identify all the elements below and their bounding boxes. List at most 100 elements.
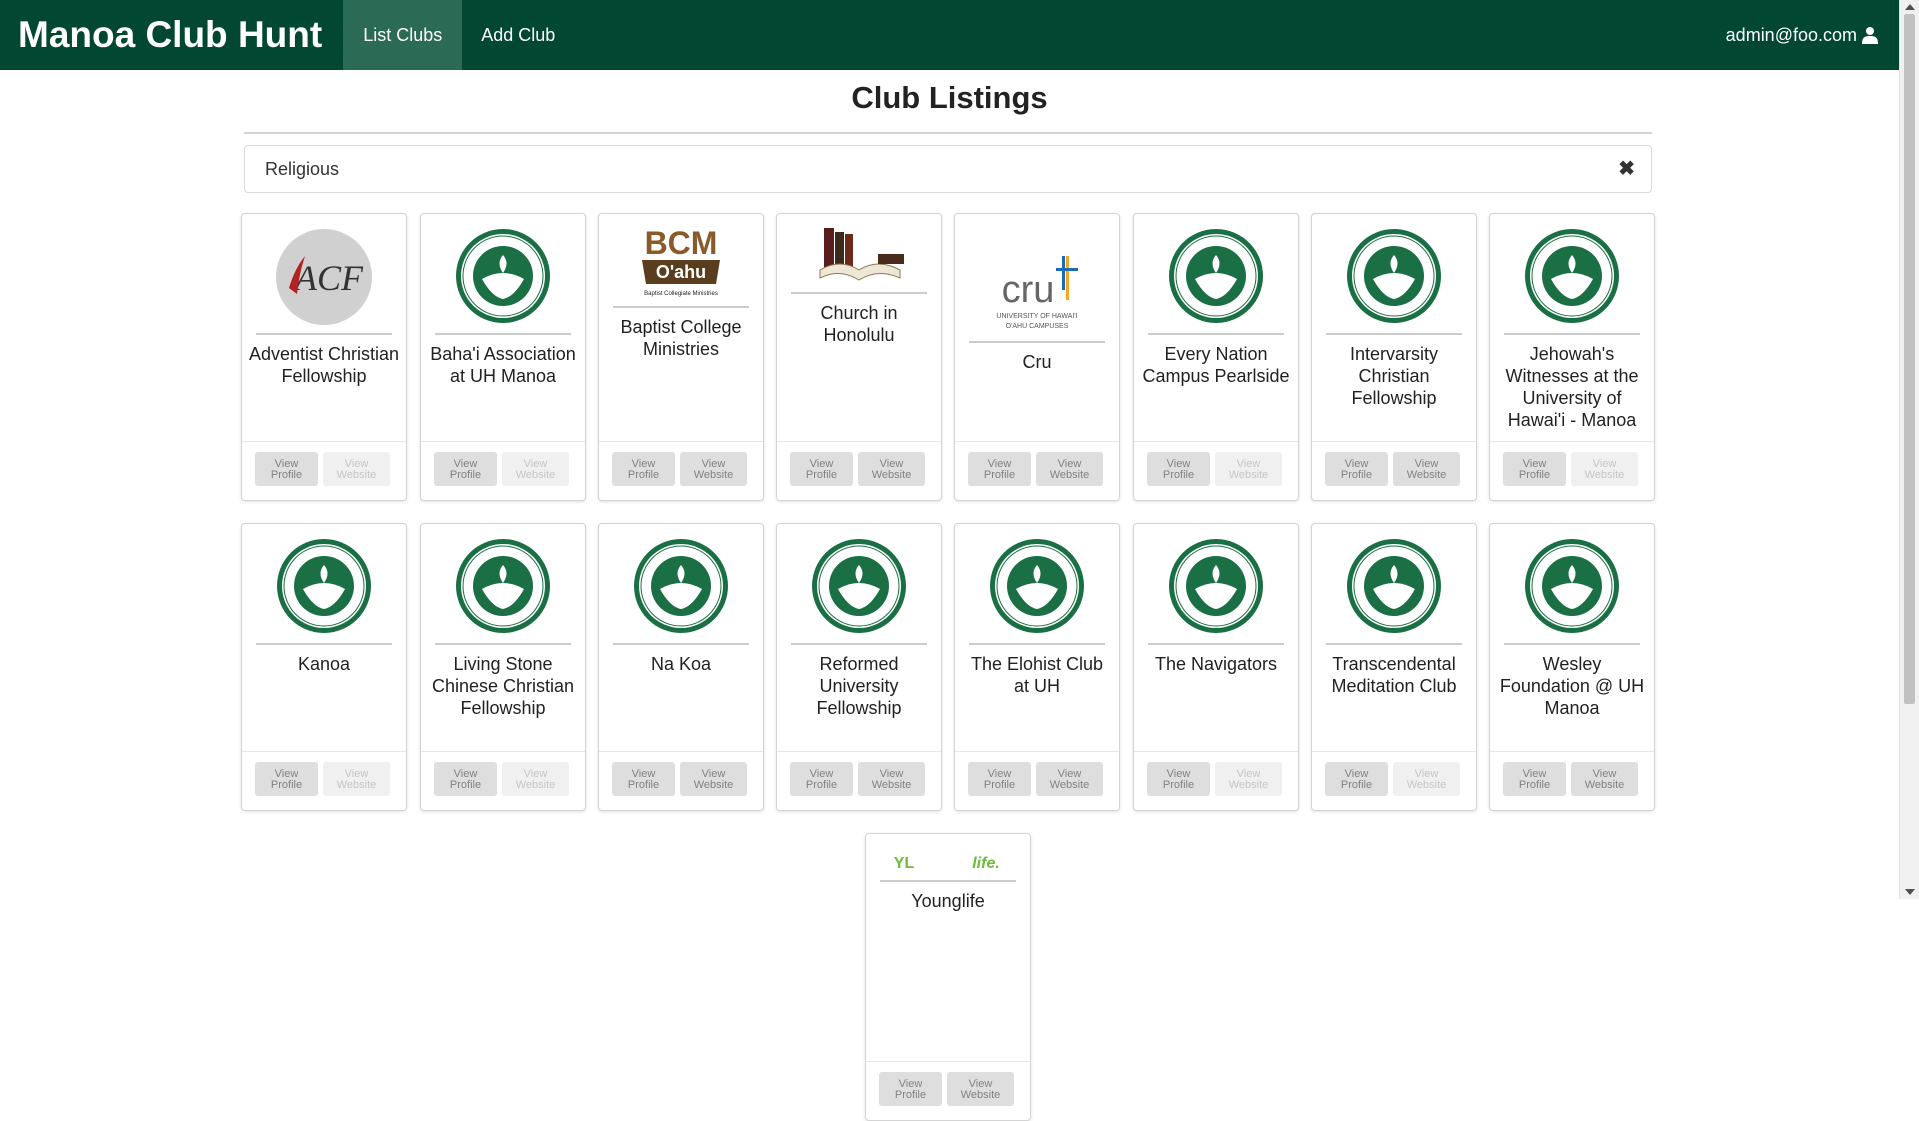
view-website-button[interactable]: View Website <box>680 452 747 486</box>
view-website-button[interactable]: View Website <box>1036 762 1103 796</box>
club-name: Every Nation Campus Pearlside <box>1142 344 1290 386</box>
card-divider <box>256 333 392 335</box>
card-actions: View Profile View Website <box>599 441 763 500</box>
view-profile-label: View Profile <box>449 767 482 791</box>
view-website-label: View Website <box>1406 767 1447 791</box>
club-logo <box>777 224 941 286</box>
search-filter[interactable]: ✖ <box>244 145 1652 193</box>
view-profile-label: View Profile <box>449 457 482 481</box>
view-website-label: View Website <box>871 767 912 791</box>
card-actions: View Profile View Website <box>421 751 585 810</box>
brand-title[interactable]: Manoa Club Hunt <box>0 0 343 70</box>
nav-add-club[interactable]: Add Club <box>462 0 574 70</box>
view-website-label: View Website <box>1228 457 1269 481</box>
club-name: Na Koa <box>650 654 712 674</box>
view-profile-label: View Profile <box>1340 767 1373 791</box>
card-actions: View Profile View Website <box>955 751 1119 810</box>
card-divider <box>1504 333 1640 335</box>
scroll-thumb[interactable] <box>1904 14 1915 704</box>
card-divider <box>435 333 571 335</box>
card-divider <box>969 643 1105 645</box>
view-website-button[interactable]: View Website <box>1393 452 1460 486</box>
club-name: Church in Honolulu <box>820 303 898 345</box>
view-website-button[interactable]: View Website <box>1571 762 1638 796</box>
user-menu[interactable]: admin@foo.com <box>1726 0 1879 70</box>
card-divider <box>791 643 927 645</box>
view-profile-label: View Profile <box>270 767 303 791</box>
scroll-down-arrow-icon[interactable] <box>1905 889 1915 895</box>
view-profile-label: View Profile <box>1518 767 1551 791</box>
view-website-button: View Website <box>502 762 569 796</box>
club-name: Jehowah's Witnesses at the University of… <box>1505 344 1639 430</box>
view-profile-button[interactable]: View Profile <box>1325 762 1388 796</box>
card-actions: View Profile View Website <box>1134 751 1298 810</box>
view-profile-label: View Profile <box>805 457 838 481</box>
card-divider <box>1148 643 1284 645</box>
scroll-up-arrow-icon[interactable] <box>1905 4 1915 10</box>
club-card: Baha'i Association at UH Manoa View Profi… <box>420 213 586 501</box>
view-profile-button[interactable]: View Profile <box>434 762 497 796</box>
club-card: Transcendental Meditation Club View Profi… <box>1311 523 1477 811</box>
page-title: Club Listings <box>851 80 1048 115</box>
view-profile-button[interactable]: View Profile <box>968 762 1031 796</box>
view-website-label: View Website <box>515 767 556 791</box>
uh-seal-icon <box>1347 539 1441 633</box>
view-profile-button[interactable]: View Profile <box>879 1072 942 1106</box>
cru-logo-icon: cru UNIVERSITY OF HAWAI'I O'AHU CAMPUSES <box>996 256 1078 330</box>
view-profile-button[interactable]: View Profile <box>1503 452 1566 486</box>
club-card: Intervarsity Christian Fellowship View Pr… <box>1311 213 1477 501</box>
club-card: Every Nation Campus Pearlside View Profil… <box>1133 213 1299 501</box>
view-website-label: View Website <box>693 457 734 481</box>
view-profile-button[interactable]: View Profile <box>790 762 853 796</box>
page-scrollbar[interactable] <box>1899 0 1919 899</box>
club-card: Living Stone Chinese Christian Fellowshi… <box>420 523 586 811</box>
card-actions: View Profile View Website <box>599 751 763 810</box>
younglife-logo-icon: YL life. <box>894 855 1000 872</box>
view-website-button: View Website <box>323 762 390 796</box>
view-profile-button[interactable]: View Profile <box>1503 762 1566 796</box>
card-actions: View Profile View Website <box>1312 751 1476 810</box>
svg-text:cru: cru <box>1002 269 1055 311</box>
card-divider <box>1504 643 1640 645</box>
view-profile-button[interactable]: View Profile <box>790 452 853 486</box>
card-divider <box>613 643 749 645</box>
view-profile-button[interactable]: View Profile <box>1147 762 1210 796</box>
club-name: Kanoa <box>297 654 351 674</box>
view-website-button[interactable]: View Website <box>858 452 925 486</box>
close-icon[interactable]: ✖ <box>1618 158 1635 180</box>
view-profile-button[interactable]: View Profile <box>255 762 318 796</box>
search-input[interactable] <box>263 157 1567 181</box>
view-website-label: View Website <box>1406 457 1447 481</box>
view-website-button[interactable]: View Website <box>680 762 747 796</box>
view-website-button: View Website <box>502 452 569 486</box>
view-website-label: View Website <box>1584 767 1625 791</box>
view-profile-button[interactable]: View Profile <box>612 762 675 796</box>
view-website-label: View Website <box>1584 457 1625 481</box>
card-divider <box>435 643 571 645</box>
svg-text:UNIVERSITY OF HAWAI'I: UNIVERSITY OF HAWAI'I <box>996 313 1077 320</box>
view-website-button[interactable]: View Website <box>1036 452 1103 486</box>
view-profile-button[interactable]: View Profile <box>1147 452 1210 486</box>
nav-list-clubs[interactable]: List Clubs <box>343 0 463 70</box>
view-profile-button[interactable]: View Profile <box>612 452 675 486</box>
view-website-button[interactable]: View Website <box>858 762 925 796</box>
view-website-label: View Website <box>336 767 377 791</box>
view-profile-button[interactable]: View Profile <box>434 452 497 486</box>
user-icon <box>1862 27 1878 44</box>
card-actions: View Profile View Website <box>1490 751 1654 810</box>
view-profile-button[interactable]: View Profile <box>255 452 318 486</box>
club-card: Kanoa View Profile View Website <box>241 523 407 811</box>
card-divider <box>791 292 927 294</box>
view-profile-label: View Profile <box>1518 457 1551 481</box>
bcm-logo-icon: BCMO'ahu Baptist Collegiate Ministries <box>642 225 720 297</box>
view-profile-button[interactable]: View Profile <box>1325 452 1388 486</box>
card-actions: View Profile View Website <box>777 751 941 810</box>
svg-text:life.: life. <box>972 855 1000 872</box>
club-card: ACF Adventist Christian Fellowship View Pr… <box>241 213 407 501</box>
view-website-button[interactable]: View Website <box>947 1072 1014 1106</box>
card-actions: View Profile View Website <box>1134 441 1298 500</box>
uh-seal-icon <box>1525 229 1619 323</box>
view-profile-button[interactable]: View Profile <box>968 452 1031 486</box>
club-logo <box>1312 227 1476 325</box>
view-website-label: View Website <box>960 1077 1001 1101</box>
